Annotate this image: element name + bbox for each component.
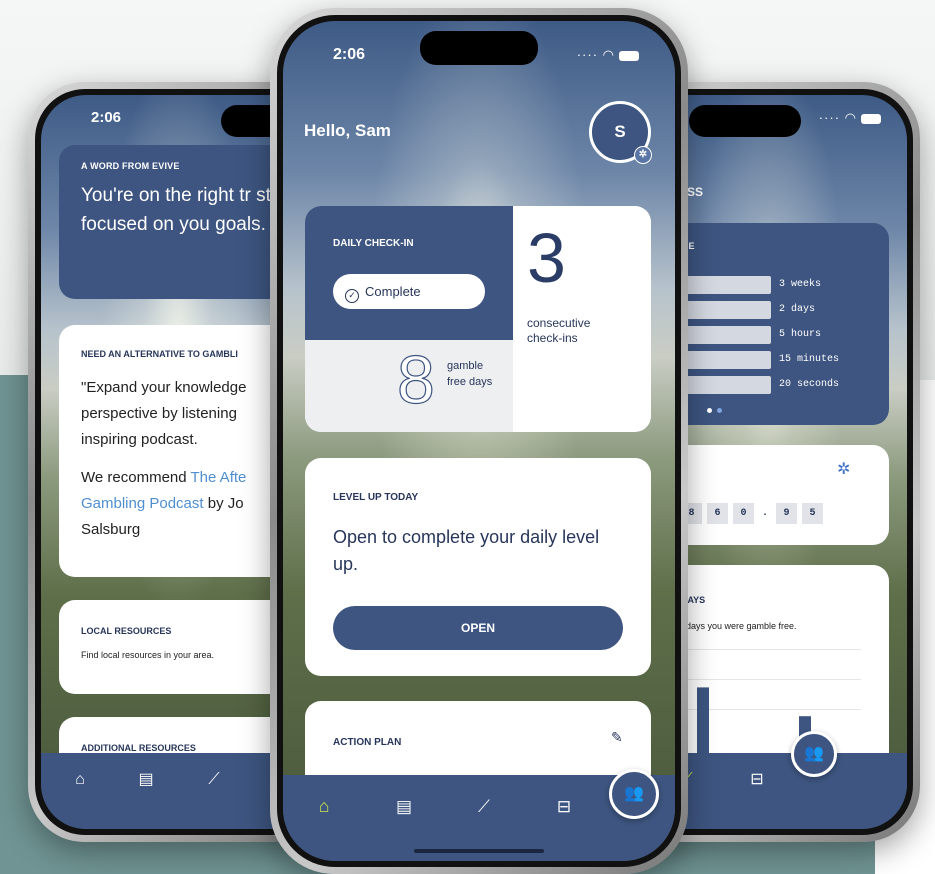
progress-icon[interactable]: ⟋ xyxy=(203,771,225,789)
edit-icon[interactable]: ✎ xyxy=(611,729,623,746)
toolbox-icon[interactable]: ⊟ xyxy=(746,769,768,789)
status-icons: ···· ◠ xyxy=(819,110,881,126)
money-decimal: . xyxy=(761,508,768,519)
checkin-status-pill[interactable]: ✓ Complete xyxy=(333,274,485,309)
progress-icon[interactable]: ⟋ xyxy=(473,797,495,817)
open-button[interactable]: OPEN xyxy=(333,606,623,650)
header-fragment: SS xyxy=(687,185,704,199)
avatar-initial: S xyxy=(614,122,626,141)
community-fab[interactable]: 👥 xyxy=(609,769,659,819)
action-plan-heading: ACTION PLAN xyxy=(333,737,402,748)
time-row-days: 2 days xyxy=(779,304,816,315)
dynamic-island xyxy=(689,105,801,137)
money-digit: 9 xyxy=(776,503,797,524)
alternative-quote: "Expand your knowledge perspective by li… xyxy=(81,379,247,448)
level-up-heading: LEVEL UP TODAY xyxy=(333,492,419,503)
home-indicator xyxy=(414,849,544,853)
community-fab[interactable]: 👥 xyxy=(791,731,837,777)
status-time: 2:06 xyxy=(91,109,122,126)
word-body: You're on the right tr stay focused on y… xyxy=(81,185,291,235)
center-phone: 2:06 ···· ◠ Hello, Sam S ✲ DAILY CHECK-I… xyxy=(270,8,688,874)
time-row-seconds: 20 seconds xyxy=(779,379,840,390)
checkin-status-label: Complete xyxy=(365,284,421,299)
level-up-body: Open to complete your daily level up. xyxy=(333,527,600,574)
check-circle-icon: ✓ xyxy=(345,289,359,303)
money-digit: 6 xyxy=(707,503,728,524)
page-dot[interactable] xyxy=(717,408,722,413)
page-dot-active[interactable] xyxy=(707,408,712,413)
avatar[interactable]: S ✲ xyxy=(589,101,652,164)
home-icon[interactable]: ⌂ xyxy=(69,771,91,789)
money-digit: 0 xyxy=(733,503,754,524)
toolbox-icon[interactable]: ⊟ xyxy=(553,797,575,817)
money-digits: 8 6 0 . 9 5 xyxy=(681,503,823,524)
checkin-heading: DAILY CHECK-IN xyxy=(333,238,414,249)
free-days-value: 8 xyxy=(396,341,435,418)
greeting: Hello, Sam xyxy=(304,121,391,140)
time-row-hours: 5 hours xyxy=(779,329,822,340)
free-days-label: gamble free days xyxy=(447,360,493,388)
dynamic-island xyxy=(420,31,538,65)
time-row-minutes: 15 minutes xyxy=(779,354,840,365)
streak-value: 3 xyxy=(527,219,566,297)
streak-label: consecutive check-ins xyxy=(527,316,591,345)
home-icon[interactable]: ⌂ xyxy=(313,796,335,817)
journal-icon[interactable]: ▤ xyxy=(135,769,157,789)
daily-checkin-card[interactable]: DAILY CHECK-IN ✓ Complete 3 consecutive c… xyxy=(305,206,651,432)
money-digit: 5 xyxy=(802,503,823,524)
level-up-card[interactable]: LEVEL UP TODAY Open to complete your dai… xyxy=(305,458,651,676)
recommend-prefix: We recommend xyxy=(81,469,191,486)
journal-icon[interactable]: ▤ xyxy=(393,797,415,817)
status-icons: ···· ◠ xyxy=(577,47,639,63)
settings-gear-icon[interactable]: ✲ xyxy=(634,146,652,164)
settings-gear-icon[interactable]: ✲ xyxy=(837,459,850,479)
days-body: f days you were gamble free. xyxy=(681,621,797,631)
time-row-weeks: 3 weeks xyxy=(779,279,822,290)
status-time: 2:06 xyxy=(333,46,366,63)
